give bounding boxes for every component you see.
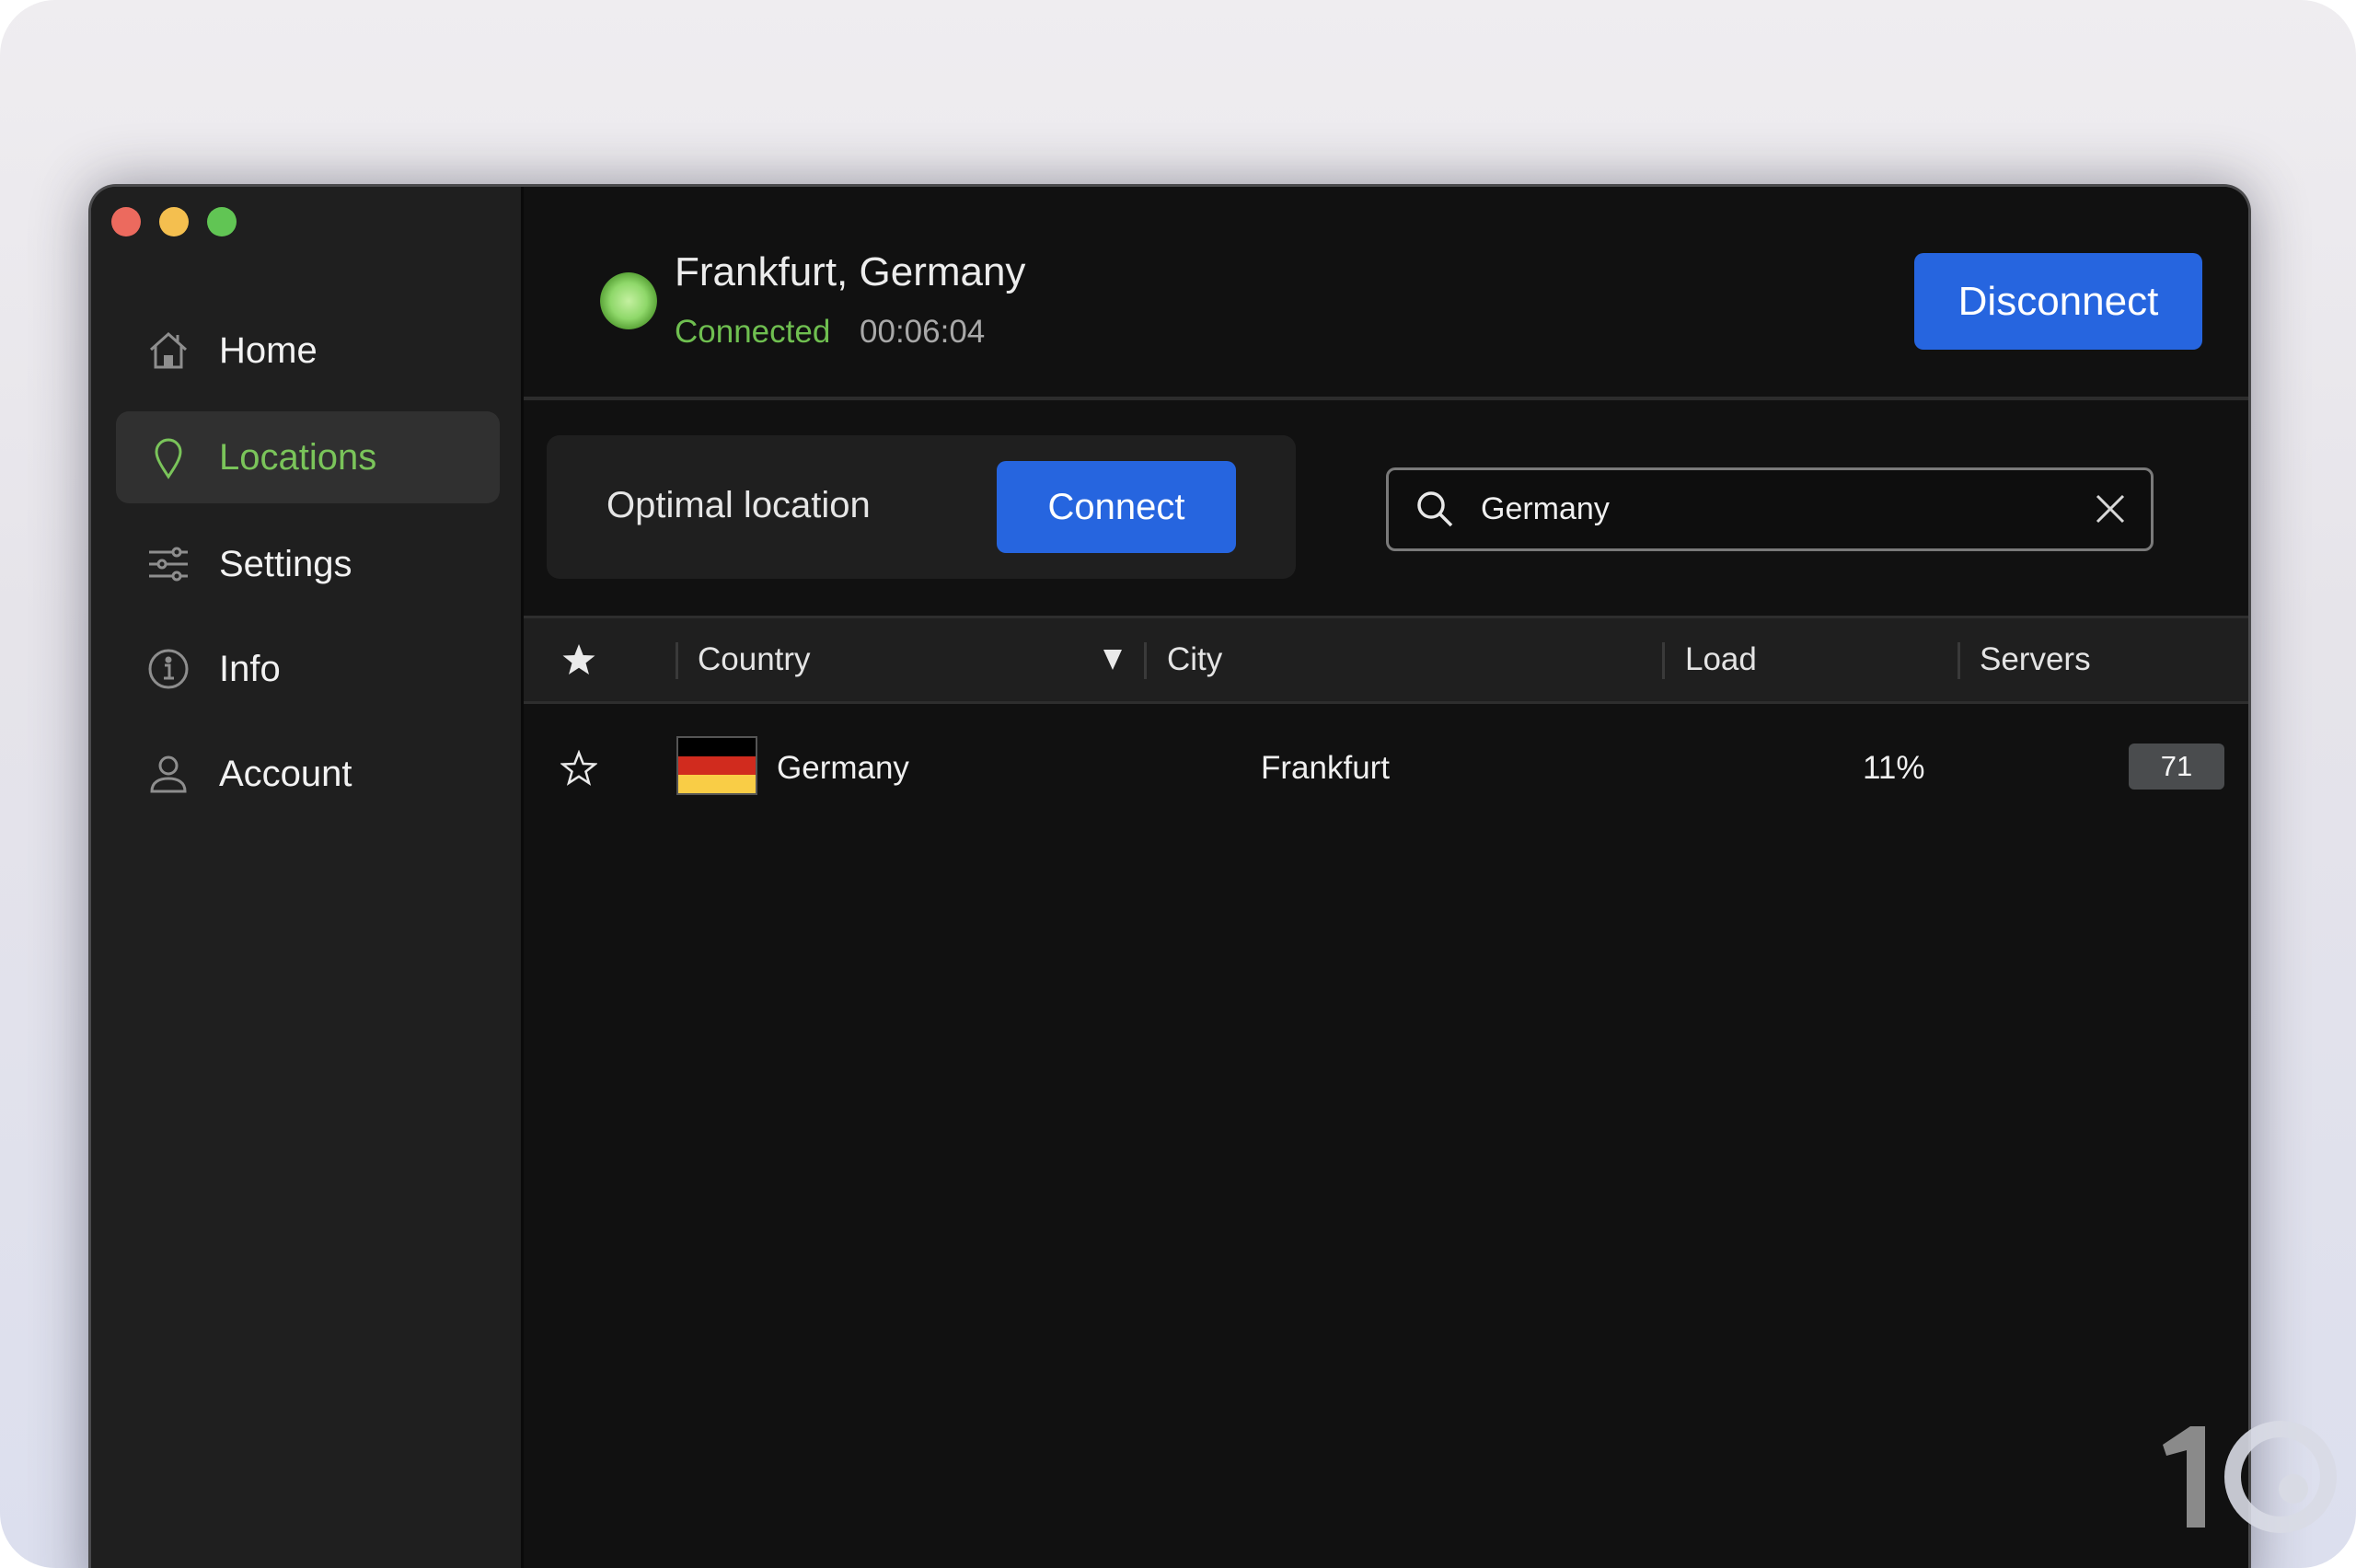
home-icon (144, 326, 193, 375)
sidebar-item-label: Settings (219, 543, 352, 584)
column-divider (1958, 642, 1960, 679)
star-icon (562, 644, 595, 674)
favorite-column-header[interactable] (560, 618, 597, 701)
connect-button[interactable]: Connect (997, 461, 1236, 553)
close-window-button[interactable] (111, 207, 141, 236)
table-header: Country City Load Servers (524, 616, 2248, 704)
optimal-location-label: Optimal location (606, 485, 871, 525)
optimal-location-card: Optimal location Connect (547, 435, 1296, 579)
sidebar-item-home[interactable]: Home (116, 305, 500, 397)
connection-status-indicator (600, 272, 657, 329)
servers-count-badge: 71 (2129, 744, 2224, 790)
search-input[interactable] (1481, 479, 2033, 538)
window-controls (111, 207, 237, 236)
table-row[interactable]: Germany Frankfurt 11% 71 (524, 707, 2248, 830)
sidebar-item-label: Account (219, 753, 352, 794)
servers-column-header[interactable]: Servers (1980, 618, 2091, 701)
country-cell: Germany (777, 750, 909, 786)
connection-header: Frankfurt, Germany Connected 00:06:04 Di… (524, 187, 2248, 400)
column-divider (1144, 642, 1147, 679)
sidebar-item-info[interactable]: Info (116, 623, 500, 715)
sidebar-item-locations[interactable]: Locations (116, 411, 500, 503)
search-icon (1417, 491, 1453, 527)
location-pin-icon (144, 432, 193, 482)
sliders-icon (144, 539, 193, 589)
sidebar-item-label: Home (219, 329, 318, 371)
country-column-header[interactable]: Country (698, 618, 811, 701)
column-divider (1662, 642, 1665, 679)
sidebar-item-label: Info (219, 648, 281, 689)
search-box[interactable] (1386, 467, 2154, 551)
watermark-logo (2163, 1421, 2337, 1533)
main-panel: Frankfurt, Germany Connected 00:06:04 Di… (524, 187, 2248, 1568)
sidebar: Home Locations Settings Info Account (91, 187, 524, 1568)
connection-timer: 00:06:04 (860, 314, 986, 350)
sort-descending-icon[interactable] (1102, 646, 1124, 672)
connected-location: Frankfurt, Germany (675, 249, 1026, 294)
status-text: Connected (675, 314, 831, 350)
desktop-background: Home Locations Settings Info Account Fra… (0, 0, 2356, 1568)
minimize-window-button[interactable] (159, 207, 189, 236)
sidebar-item-account[interactable]: Account (116, 728, 500, 820)
city-cell: Frankfurt (1261, 750, 1391, 786)
germany-flag (676, 736, 757, 795)
connection-status: Connected 00:06:04 (675, 314, 985, 351)
disconnect-button[interactable]: Disconnect (1914, 253, 2202, 350)
star-outline-icon (560, 750, 597, 786)
app-window: Home Locations Settings Info Account Fra… (88, 184, 2251, 1568)
load-column-header[interactable]: Load (1685, 618, 1757, 701)
sidebar-item-label: Locations (219, 436, 377, 478)
info-icon (144, 644, 193, 694)
column-divider (676, 642, 678, 679)
sidebar-item-settings[interactable]: Settings (116, 518, 500, 610)
close-icon[interactable] (2092, 490, 2129, 527)
city-column-header[interactable]: City (1167, 618, 1222, 701)
load-cell: 11% (1863, 750, 1925, 786)
favorite-toggle[interactable] (560, 707, 597, 830)
zoom-window-button[interactable] (207, 207, 237, 236)
user-icon (144, 749, 193, 799)
